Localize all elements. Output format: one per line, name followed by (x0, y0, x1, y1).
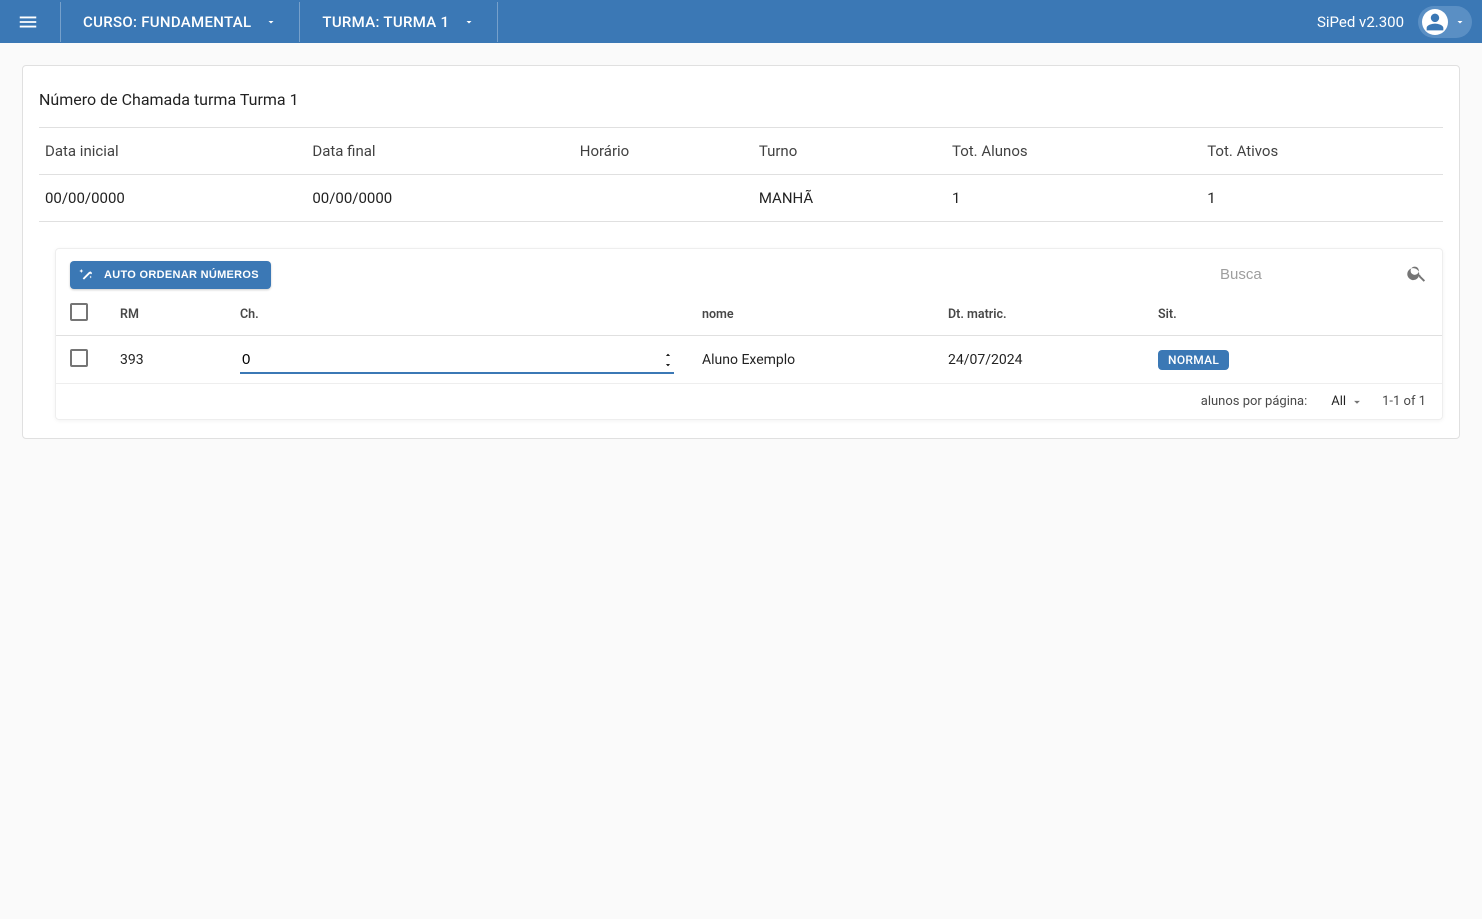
search-icon (1406, 262, 1428, 288)
auto-order-button[interactable]: AUTO ORDENAR NÚMEROS (70, 261, 271, 289)
rows-per-page-value: All (1331, 394, 1346, 409)
cell-dt-matric: 24/07/2024 (934, 336, 1144, 384)
cell-nome: Aluno Exemplo (688, 336, 934, 384)
td-horario (574, 175, 753, 222)
curso-selector[interactable]: CURSO: FUNDAMENTAL (69, 0, 291, 43)
hamburger-icon (17, 11, 39, 33)
search-input[interactable] (1218, 262, 1428, 288)
auto-order-label: AUTO ORDENAR NÚMEROS (104, 269, 259, 281)
main-card: Número de Chamada turma Turma 1 Data ini… (22, 65, 1460, 439)
magic-wand-icon (78, 267, 94, 283)
th-rm[interactable]: RM (106, 293, 226, 336)
td-data-final: 00/00/0000 (306, 175, 573, 222)
th-nome[interactable]: nome (688, 293, 934, 336)
divider (60, 2, 61, 42)
students-table: RM Ch. nome Dt. matric. Sit. 393 (56, 293, 1442, 384)
turma-selector[interactable]: TURMA: TURMA 1 (308, 0, 489, 43)
th-tot-ativos: Tot. Ativos (1201, 128, 1443, 175)
th-data-final: Data final (306, 128, 573, 175)
cell-ch (226, 336, 688, 384)
th-select-all (56, 293, 106, 336)
rows-per-page-select[interactable]: All (1325, 394, 1364, 409)
table-footer: alunos por página: All 1-1 of 1 (56, 384, 1442, 419)
rows-per-page-label: alunos por página: (1201, 394, 1308, 409)
students-toolbar: AUTO ORDENAR NÚMEROS (56, 249, 1442, 293)
ch-input[interactable] (240, 345, 674, 374)
cell-sit: NORMAL (1144, 336, 1442, 384)
version-label: SiPed v2.300 (1317, 13, 1404, 31)
row-checkbox[interactable] (70, 349, 88, 367)
th-horario: Horário (574, 128, 753, 175)
td-turno: MANHÃ (753, 175, 946, 222)
th-ch[interactable]: Ch. (226, 293, 688, 336)
th-sit[interactable]: Sit. (1144, 293, 1442, 336)
students-card: AUTO ORDENAR NÚMEROS (55, 248, 1443, 420)
td-tot-ativos: 1 (1201, 175, 1443, 222)
summary-row: 00/00/0000 00/00/0000 MANHÃ 1 1 (39, 175, 1443, 222)
summary-table: Data inicial Data final Horário Turno To… (39, 127, 1443, 222)
th-data-inicial: Data inicial (39, 128, 306, 175)
number-stepper[interactable] (662, 350, 674, 370)
app-bar: CURSO: FUNDAMENTAL TURMA: TURMA 1 SiPed … (0, 0, 1482, 43)
status-badge: NORMAL (1158, 350, 1229, 370)
dropdown-icon (265, 16, 277, 28)
divider (497, 2, 498, 42)
divider (299, 2, 300, 42)
pagination-range: 1-1 of 1 (1382, 394, 1426, 409)
menu-button[interactable] (10, 4, 46, 40)
account-menu[interactable] (1418, 6, 1472, 38)
dropdown-icon (1454, 16, 1466, 28)
table-row: 393 Aluno Exemplo 24/07/2024 (56, 336, 1442, 384)
td-data-inicial: 00/00/0000 (39, 175, 306, 222)
th-tot-alunos: Tot. Alunos (946, 128, 1201, 175)
td-tot-alunos: 1 (946, 175, 1201, 222)
dropdown-icon (463, 16, 475, 28)
account-icon (1422, 9, 1448, 35)
th-dt-matric[interactable]: Dt. matric. (934, 293, 1144, 336)
cell-rm: 393 (106, 336, 226, 384)
th-turno: Turno (753, 128, 946, 175)
search-wrap (1218, 262, 1428, 288)
page-title: Número de Chamada turma Turma 1 (39, 82, 1443, 127)
dropdown-icon (1350, 395, 1364, 409)
turma-selector-label: TURMA: TURMA 1 (322, 13, 449, 31)
curso-selector-label: CURSO: FUNDAMENTAL (83, 13, 251, 31)
chevron-down-icon (662, 360, 674, 370)
chevron-up-icon (662, 350, 674, 360)
select-all-checkbox[interactable] (70, 303, 88, 321)
